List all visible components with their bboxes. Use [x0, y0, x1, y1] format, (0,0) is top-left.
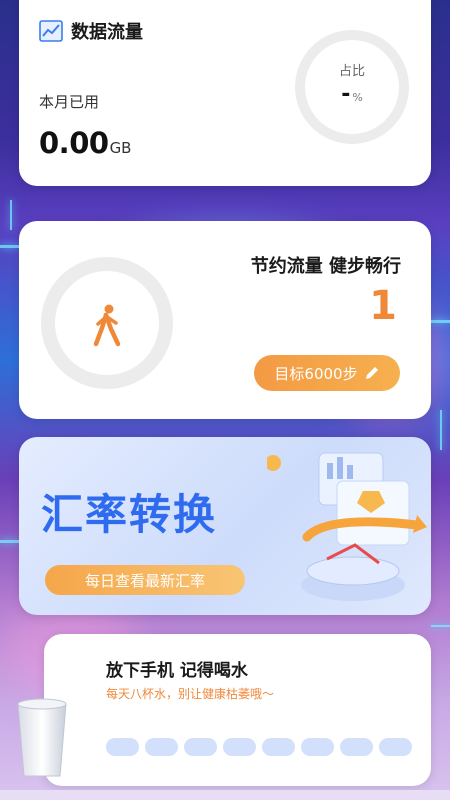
usage-ratio-ring: 占比 -%	[293, 28, 411, 146]
steps-ring	[38, 254, 176, 392]
water-cup-pill[interactable]	[184, 738, 217, 756]
water-cup-pill[interactable]	[262, 738, 295, 756]
month-used-label: 本月已用	[39, 93, 100, 111]
step-goal-button[interactable]: 目标6000步	[254, 355, 400, 391]
step-goal-label: 目标6000步	[274, 364, 358, 383]
water-glass-icon	[17, 698, 67, 777]
water-cup-pill[interactable]	[106, 738, 139, 756]
exchange-rate-button[interactable]: 每日查看最新汇率	[45, 565, 245, 595]
usage-number: 0.00	[39, 126, 109, 160]
ratio-unit: %	[352, 91, 363, 104]
water-reminder-title: 放下手机 记得喝水	[106, 661, 248, 681]
ratio-label: 占比	[338, 64, 365, 79]
water-cup-pill[interactable]	[145, 738, 178, 756]
usage-amount: 0.00 GB	[39, 126, 131, 160]
usage-unit: GB	[109, 139, 132, 157]
exchange-rate-card[interactable]: 汇率转换 每日查看最新汇率	[19, 437, 431, 615]
walking-person-icon	[93, 304, 121, 347]
data-usage-title: 数据流量	[71, 22, 143, 43]
edit-pencil-icon	[365, 367, 378, 379]
ratio-number: -	[341, 82, 351, 107]
exchange-rate-title: 汇率转换	[41, 490, 218, 539]
exchange-illustration	[267, 452, 427, 601]
water-cup-pill[interactable]	[301, 738, 334, 756]
steps-count: 1	[369, 283, 397, 329]
water-cups-row	[106, 738, 412, 756]
water-reminder-card[interactable]: 放下手机 记得喝水 每天八杯水，别让健康枯萎哦～	[44, 634, 431, 786]
water-cup-pill[interactable]	[379, 738, 412, 756]
ratio-value: -%	[293, 82, 411, 107]
water-reminder-subtitle: 每天八杯水，别让健康枯萎哦～	[106, 687, 275, 701]
steps-title: 节约流量 健步畅行	[250, 256, 401, 277]
line-chart-icon	[39, 20, 63, 42]
bottom-nav-edge	[0, 790, 450, 800]
water-cup-pill[interactable]	[340, 738, 373, 756]
data-usage-card[interactable]: 数据流量 本月已用 0.00 GB 占比 -%	[19, 0, 431, 186]
water-cup-pill[interactable]	[223, 738, 256, 756]
steps-card[interactable]: 节约流量 健步畅行 1 目标6000步	[19, 221, 431, 419]
data-usage-header: 数据流量	[39, 18, 143, 44]
